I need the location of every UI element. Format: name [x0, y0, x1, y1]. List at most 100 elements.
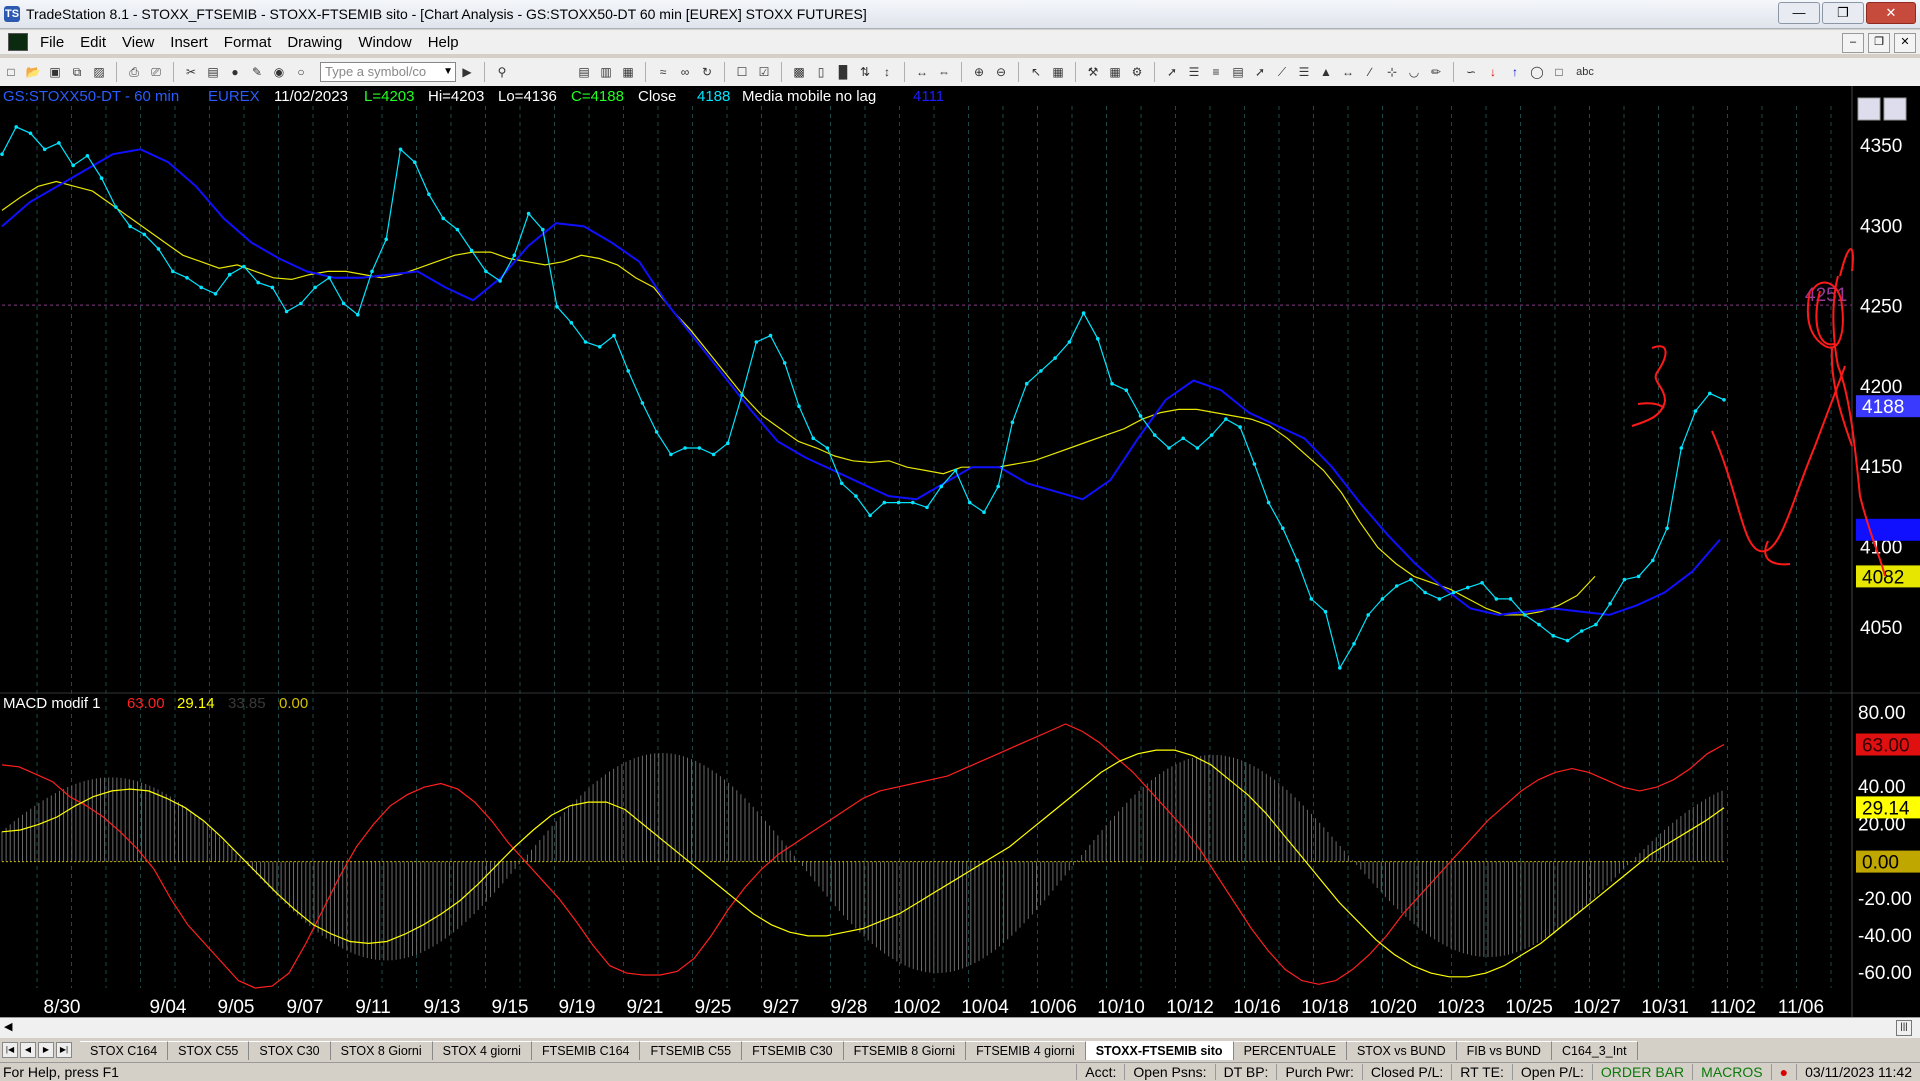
- volume-icon[interactable]: █: [834, 63, 852, 81]
- restore-button[interactable]: ❐: [1822, 2, 1864, 24]
- lock-icon[interactable]: ●: [226, 63, 244, 81]
- menu-help[interactable]: Help: [420, 34, 467, 51]
- menu-view[interactable]: View: [114, 34, 162, 51]
- zoom-in-icon[interactable]: ⊕: [970, 63, 988, 81]
- chart-icon[interactable]: ≈: [654, 63, 672, 81]
- tab-prev-icon[interactable]: ◀: [20, 1042, 36, 1058]
- window-cascade-icon[interactable]: ▥: [597, 63, 615, 81]
- chart-svg[interactable]: 435043004250420041504100405080.0040.0020…: [0, 86, 1920, 1017]
- tab-fib-vs-bund[interactable]: FIB vs BUND: [1456, 1040, 1552, 1060]
- minimize-button[interactable]: —: [1778, 2, 1820, 24]
- arrows-icon[interactable]: ↔: [1339, 63, 1357, 81]
- cut-icon[interactable]: ✂: [182, 63, 200, 81]
- group-icon[interactable]: ◉: [270, 63, 288, 81]
- menu-file[interactable]: File: [32, 34, 72, 51]
- folder-icon[interactable]: ▨: [90, 63, 108, 81]
- tab-stoxx-ftsemib-sito[interactable]: STOXX-FTSEMIB sito: [1085, 1040, 1234, 1060]
- settings-icon[interactable]: ⚙: [1128, 63, 1146, 81]
- tab-next-icon[interactable]: ▶: [38, 1042, 54, 1058]
- expand-bars-icon[interactable]: ↔: [913, 63, 931, 81]
- candle-icon[interactable]: ▯: [812, 63, 830, 81]
- open-icon[interactable]: 📂: [24, 63, 42, 81]
- window-tile-icon[interactable]: ▤: [575, 63, 593, 81]
- menu-insert[interactable]: Insert: [162, 34, 216, 51]
- chart-area[interactable]: 4350 4300 4250 4200 4150 4100 4050 80.00 40.00 20…: [0, 86, 1920, 1026]
- indicator-icon[interactable]: ⇅: [856, 63, 874, 81]
- strategy-icon[interactable]: ↕: [878, 63, 896, 81]
- compress-bars-icon[interactable]: ⇔: [935, 63, 953, 81]
- mdi-close-button[interactable]: ✕: [1894, 33, 1916, 53]
- order-icon[interactable]: ▦: [1106, 63, 1124, 81]
- refresh-icon[interactable]: ↻: [698, 63, 716, 81]
- chevron-down-icon[interactable]: ▼: [443, 63, 453, 81]
- paste-icon[interactable]: ▤: [204, 63, 222, 81]
- window-grid-icon[interactable]: ▦: [619, 63, 637, 81]
- tab-stox-c55[interactable]: STOX C55: [168, 1040, 250, 1060]
- vertical-lines-icon[interactable]: ☰: [1185, 63, 1203, 81]
- tab-stox-c30[interactable]: STOX C30: [249, 1040, 331, 1060]
- status-order-bar[interactable]: ORDER BAR: [1591, 1064, 1692, 1080]
- print-icon[interactable]: ⎙: [125, 63, 143, 81]
- scroll-left-icon[interactable]: ◀: [4, 1020, 12, 1033]
- tab-ftsemib-c164[interactable]: FTSEMIB C164: [531, 1040, 641, 1060]
- up-arrow-icon[interactable]: ↑: [1506, 63, 1524, 81]
- curve-icon[interactable]: ∽: [1462, 63, 1480, 81]
- data-window-icon[interactable]: ▦: [1049, 63, 1067, 81]
- andrews-icon[interactable]: ▲: [1317, 63, 1335, 81]
- tab-last-icon[interactable]: ▶|: [56, 1042, 72, 1058]
- ellipse-icon[interactable]: ◯: [1528, 63, 1546, 81]
- parallel-icon[interactable]: ∕: [1361, 63, 1379, 81]
- tab-ftsemib-4-giorni[interactable]: FTSEMIB 4 giorni: [966, 1040, 1086, 1060]
- tab-ftsemib-8-giorni[interactable]: FTSEMIB 8 Giorni: [843, 1040, 967, 1060]
- price-point: [711, 452, 716, 457]
- tab-c164-3-int[interactable]: C164_3_Int: [1551, 1040, 1638, 1060]
- copy-icon[interactable]: ⧉: [68, 63, 86, 81]
- link-icon[interactable]: ∞: [676, 63, 694, 81]
- trendline-icon[interactable]: ➚: [1163, 63, 1181, 81]
- tab-stox-8-giorni[interactable]: STOX 8 Giorni: [330, 1040, 433, 1060]
- close-button[interactable]: ✕: [1866, 2, 1916, 24]
- speed-lines-icon[interactable]: ⊹: [1383, 63, 1401, 81]
- mdi-restore-button[interactable]: ❐: [1868, 33, 1890, 53]
- zoom-out-icon[interactable]: ⊖: [992, 63, 1010, 81]
- format-icon[interactable]: ☐: [733, 63, 751, 81]
- tab-stox-vs-bund[interactable]: STOX vs BUND: [1346, 1040, 1457, 1060]
- print-preview-icon[interactable]: ⎚: [147, 63, 165, 81]
- menu-format[interactable]: Format: [216, 34, 280, 51]
- regression-icon[interactable]: ➚: [1251, 63, 1269, 81]
- pen-icon[interactable]: ✏: [1427, 63, 1445, 81]
- menu-edit[interactable]: Edit: [72, 34, 114, 51]
- arcs-icon[interactable]: ◡: [1405, 63, 1423, 81]
- new-icon[interactable]: □: [2, 63, 20, 81]
- down-arrow-icon[interactable]: ↓: [1484, 63, 1502, 81]
- gann-icon[interactable]: ☰: [1295, 63, 1313, 81]
- brush-icon[interactable]: ✎: [248, 63, 266, 81]
- tab-ftsemib-c30[interactable]: FTSEMIB C30: [742, 1040, 844, 1060]
- arrow-right-icon[interactable]: ▶: [458, 63, 476, 81]
- rectangle-icon[interactable]: □: [1550, 63, 1568, 81]
- fibonacci-icon[interactable]: ▤: [1229, 63, 1247, 81]
- channel-icon[interactable]: ⟋: [1273, 63, 1291, 81]
- save-icon[interactable]: ▣: [46, 63, 64, 81]
- tab-stox-c164[interactable]: STOX C164: [80, 1040, 169, 1060]
- menu-drawing[interactable]: Drawing: [279, 34, 350, 51]
- tab-first-icon[interactable]: |◀: [2, 1042, 18, 1058]
- symbol-input[interactable]: Type a symbol/co ▼: [320, 62, 456, 82]
- text-tool-icon[interactable]: abc: [1572, 63, 1598, 81]
- magnify-symbol-icon[interactable]: ⚲: [493, 63, 511, 81]
- tab-ftsemib-c55[interactable]: FTSEMIB C55: [640, 1040, 743, 1060]
- horizontal-scrollbar[interactable]: ◀ |||: [0, 1017, 1920, 1038]
- pointer-icon[interactable]: ↖: [1027, 63, 1045, 81]
- menu-window[interactable]: Window: [350, 34, 419, 51]
- status-macros[interactable]: MACROS: [1692, 1064, 1770, 1080]
- chart-document-icon[interactable]: [8, 33, 28, 51]
- scan-icon[interactable]: ☑: [755, 63, 773, 81]
- scroll-thumb[interactable]: |||: [1896, 1020, 1912, 1036]
- bar-chart-icon[interactable]: ▩: [790, 63, 808, 81]
- mdi-minimize-button[interactable]: –: [1842, 33, 1864, 53]
- horizontal-line-icon[interactable]: ≡: [1207, 63, 1225, 81]
- tools-icon[interactable]: ⚒: [1084, 63, 1102, 81]
- tab-stox-4-giorni[interactable]: STOX 4 giorni: [432, 1040, 532, 1060]
- globe-icon[interactable]: ○: [292, 63, 310, 81]
- tab-percentuale[interactable]: PERCENTUALE: [1233, 1040, 1347, 1060]
